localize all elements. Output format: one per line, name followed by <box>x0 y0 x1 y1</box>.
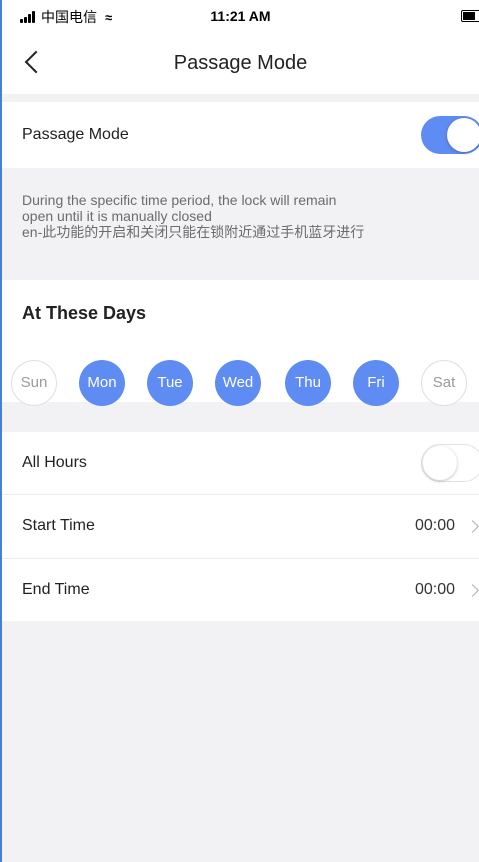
nav-bar: Passage Mode <box>2 34 479 94</box>
end-time-value: 00:00 <box>414 581 455 598</box>
day-sun-button[interactable]: Sun <box>11 360 57 406</box>
battery-icon <box>461 10 479 22</box>
days-section: At These Days Sun Mon Tue Wed Thu Fri Sa… <box>2 280 479 406</box>
status-time: 11:21 AM <box>210 8 271 24</box>
day-mon-button[interactable]: Mon <box>79 360 125 406</box>
passage-mode-row: Passage Mode <box>2 102 479 168</box>
end-time-label: End Time <box>22 581 90 598</box>
status-bar: 中国电信 ≈ 11:21 AM <box>2 0 479 34</box>
chevron-right-icon <box>466 584 479 597</box>
description-line: During the specific time period, the loc… <box>22 192 337 208</box>
start-time-label: Start Time <box>22 517 95 534</box>
day-sat-button[interactable]: Sat <box>421 360 467 406</box>
day-thu-button[interactable]: Thu <box>285 360 331 406</box>
end-time-row[interactable]: End Time 00:00 <box>2 559 479 621</box>
page-title: Passage Mode <box>173 52 308 74</box>
toggle-knob <box>447 118 479 152</box>
description-line: open until it is manually closed <box>22 208 212 224</box>
start-time-value: 00:00 <box>414 517 455 534</box>
passage-mode-label: Passage Mode <box>22 126 129 143</box>
start-time-row[interactable]: Start Time 00:00 <box>2 495 479 559</box>
all-hours-row: All Hours <box>2 432 479 495</box>
chevron-right-icon <box>466 520 479 533</box>
phone-screen: 中国电信 ≈ 11:21 AM Passage Mode Passage Mod… <box>0 0 479 862</box>
description-line: en-此功能的开启和关闭只能在锁附近通过手机蓝牙进行 <box>22 224 365 240</box>
toggle-knob <box>423 446 457 480</box>
passage-mode-toggle[interactable] <box>421 116 479 154</box>
all-hours-label: All Hours <box>22 454 87 471</box>
passage-mode-description: During the specific time period, the loc… <box>22 192 472 240</box>
day-tue-button[interactable]: Tue <box>147 360 193 406</box>
days-title: At These Days <box>22 303 147 323</box>
all-hours-toggle[interactable] <box>421 444 479 482</box>
day-wed-button[interactable]: Wed <box>215 360 261 406</box>
day-fri-button[interactable]: Fri <box>353 360 399 406</box>
